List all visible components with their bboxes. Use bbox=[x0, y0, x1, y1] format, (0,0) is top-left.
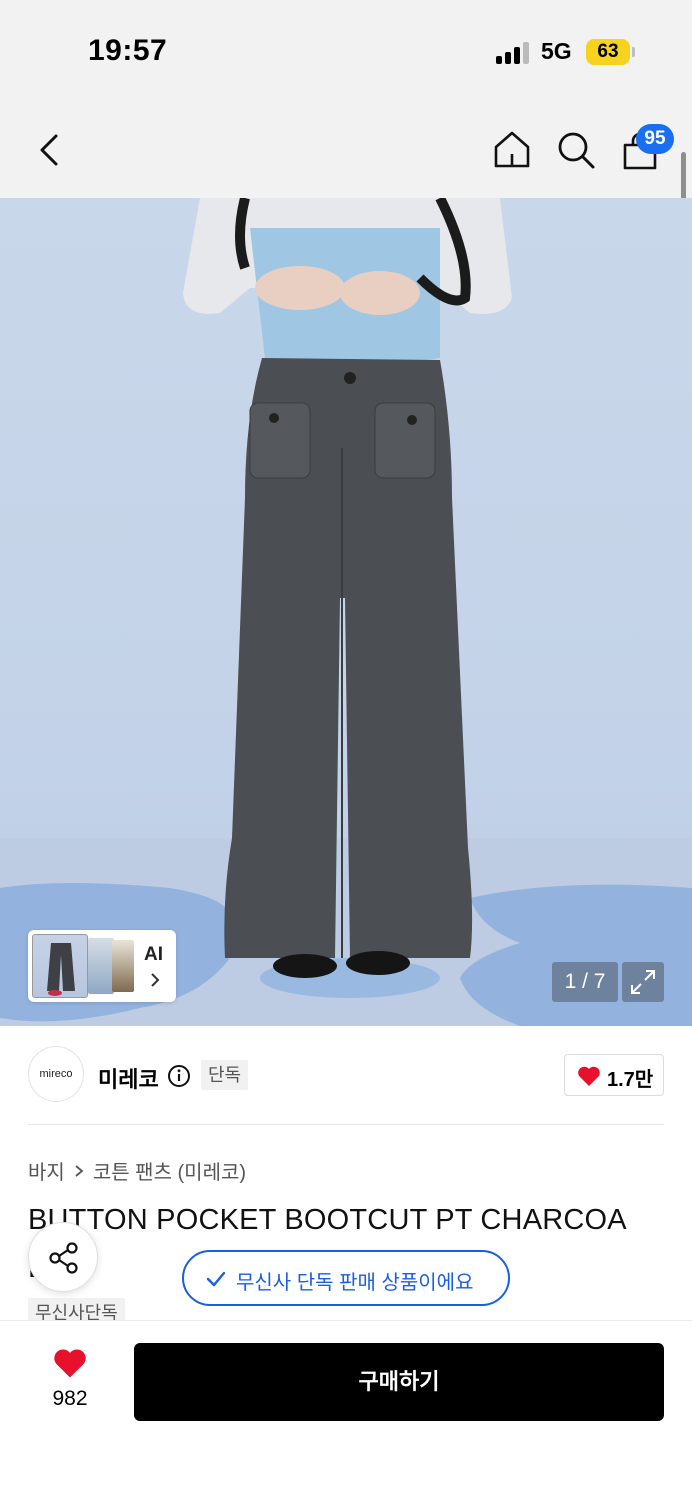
expand-button[interactable] bbox=[622, 962, 664, 1002]
chevron-right-icon bbox=[151, 973, 160, 987]
ai-thumbnail bbox=[32, 934, 88, 998]
status-bar: 19:57 5G 63 bbox=[0, 0, 692, 100]
expand-icon bbox=[631, 970, 655, 994]
buy-button[interactable]: 구매하기 bbox=[134, 1343, 664, 1421]
back-icon[interactable] bbox=[32, 130, 68, 170]
exclusive-tag: 단독 bbox=[201, 1060, 249, 1090]
info-icon[interactable] bbox=[167, 1064, 191, 1088]
top-nav: 95 bbox=[0, 100, 692, 198]
like-count: 982 bbox=[52, 1387, 88, 1410]
ai-recommendation-card[interactable]: AI bbox=[28, 930, 176, 1002]
brand-name[interactable]: 미레코 bbox=[98, 1062, 159, 1094]
brand-like-button[interactable]: 1.7만 bbox=[564, 1054, 664, 1096]
brand-logo[interactable]: mireco bbox=[28, 1046, 84, 1102]
brand-like-count: 1.7만 bbox=[607, 1069, 654, 1091]
exclusive-toast: 무신사 단독 판매 상품이에요 bbox=[182, 1250, 510, 1306]
product-title: BUTTON POCKET BOOTCUT PT CHARCOA bbox=[28, 1204, 627, 1236]
ai-label: AI bbox=[144, 944, 163, 965]
breadcrumb-item[interactable]: 바지 bbox=[28, 1156, 65, 1185]
network-label: 5G bbox=[541, 38, 572, 64]
share-icon bbox=[49, 1242, 78, 1274]
toast-message: 무신사 단독 판매 상품이에요 bbox=[236, 1272, 474, 1294]
home-icon[interactable] bbox=[490, 128, 534, 172]
breadcrumb: 바지 코튼 팬츠 (미레코) bbox=[28, 1156, 246, 1185]
heart-icon bbox=[578, 1066, 600, 1086]
battery-tip bbox=[632, 47, 635, 57]
ai-thumbnail-2 bbox=[88, 938, 114, 994]
signal-icon bbox=[496, 42, 532, 64]
status-time: 19:57 bbox=[88, 34, 168, 67]
divider bbox=[28, 1124, 664, 1125]
product-image[interactable] bbox=[0, 198, 692, 1026]
bottom-action-bar: 982 구매하기 bbox=[0, 1320, 692, 1500]
share-button[interactable] bbox=[28, 1222, 98, 1292]
heart-icon[interactable] bbox=[52, 1347, 88, 1379]
brand-row: mireco 미레코 단독 1.7만 bbox=[0, 1026, 692, 1124]
search-icon[interactable] bbox=[554, 128, 598, 172]
chevron-right-icon bbox=[75, 1164, 84, 1177]
image-counter: 1 / 7 bbox=[552, 962, 618, 1002]
cart-count-badge: 95 bbox=[636, 124, 674, 154]
battery-icon: 63 bbox=[586, 39, 630, 65]
ai-thumbnail-3 bbox=[112, 940, 134, 992]
check-icon bbox=[206, 1271, 226, 1287]
breadcrumb-item[interactable]: 코튼 팬츠 (미레코) bbox=[93, 1156, 246, 1185]
